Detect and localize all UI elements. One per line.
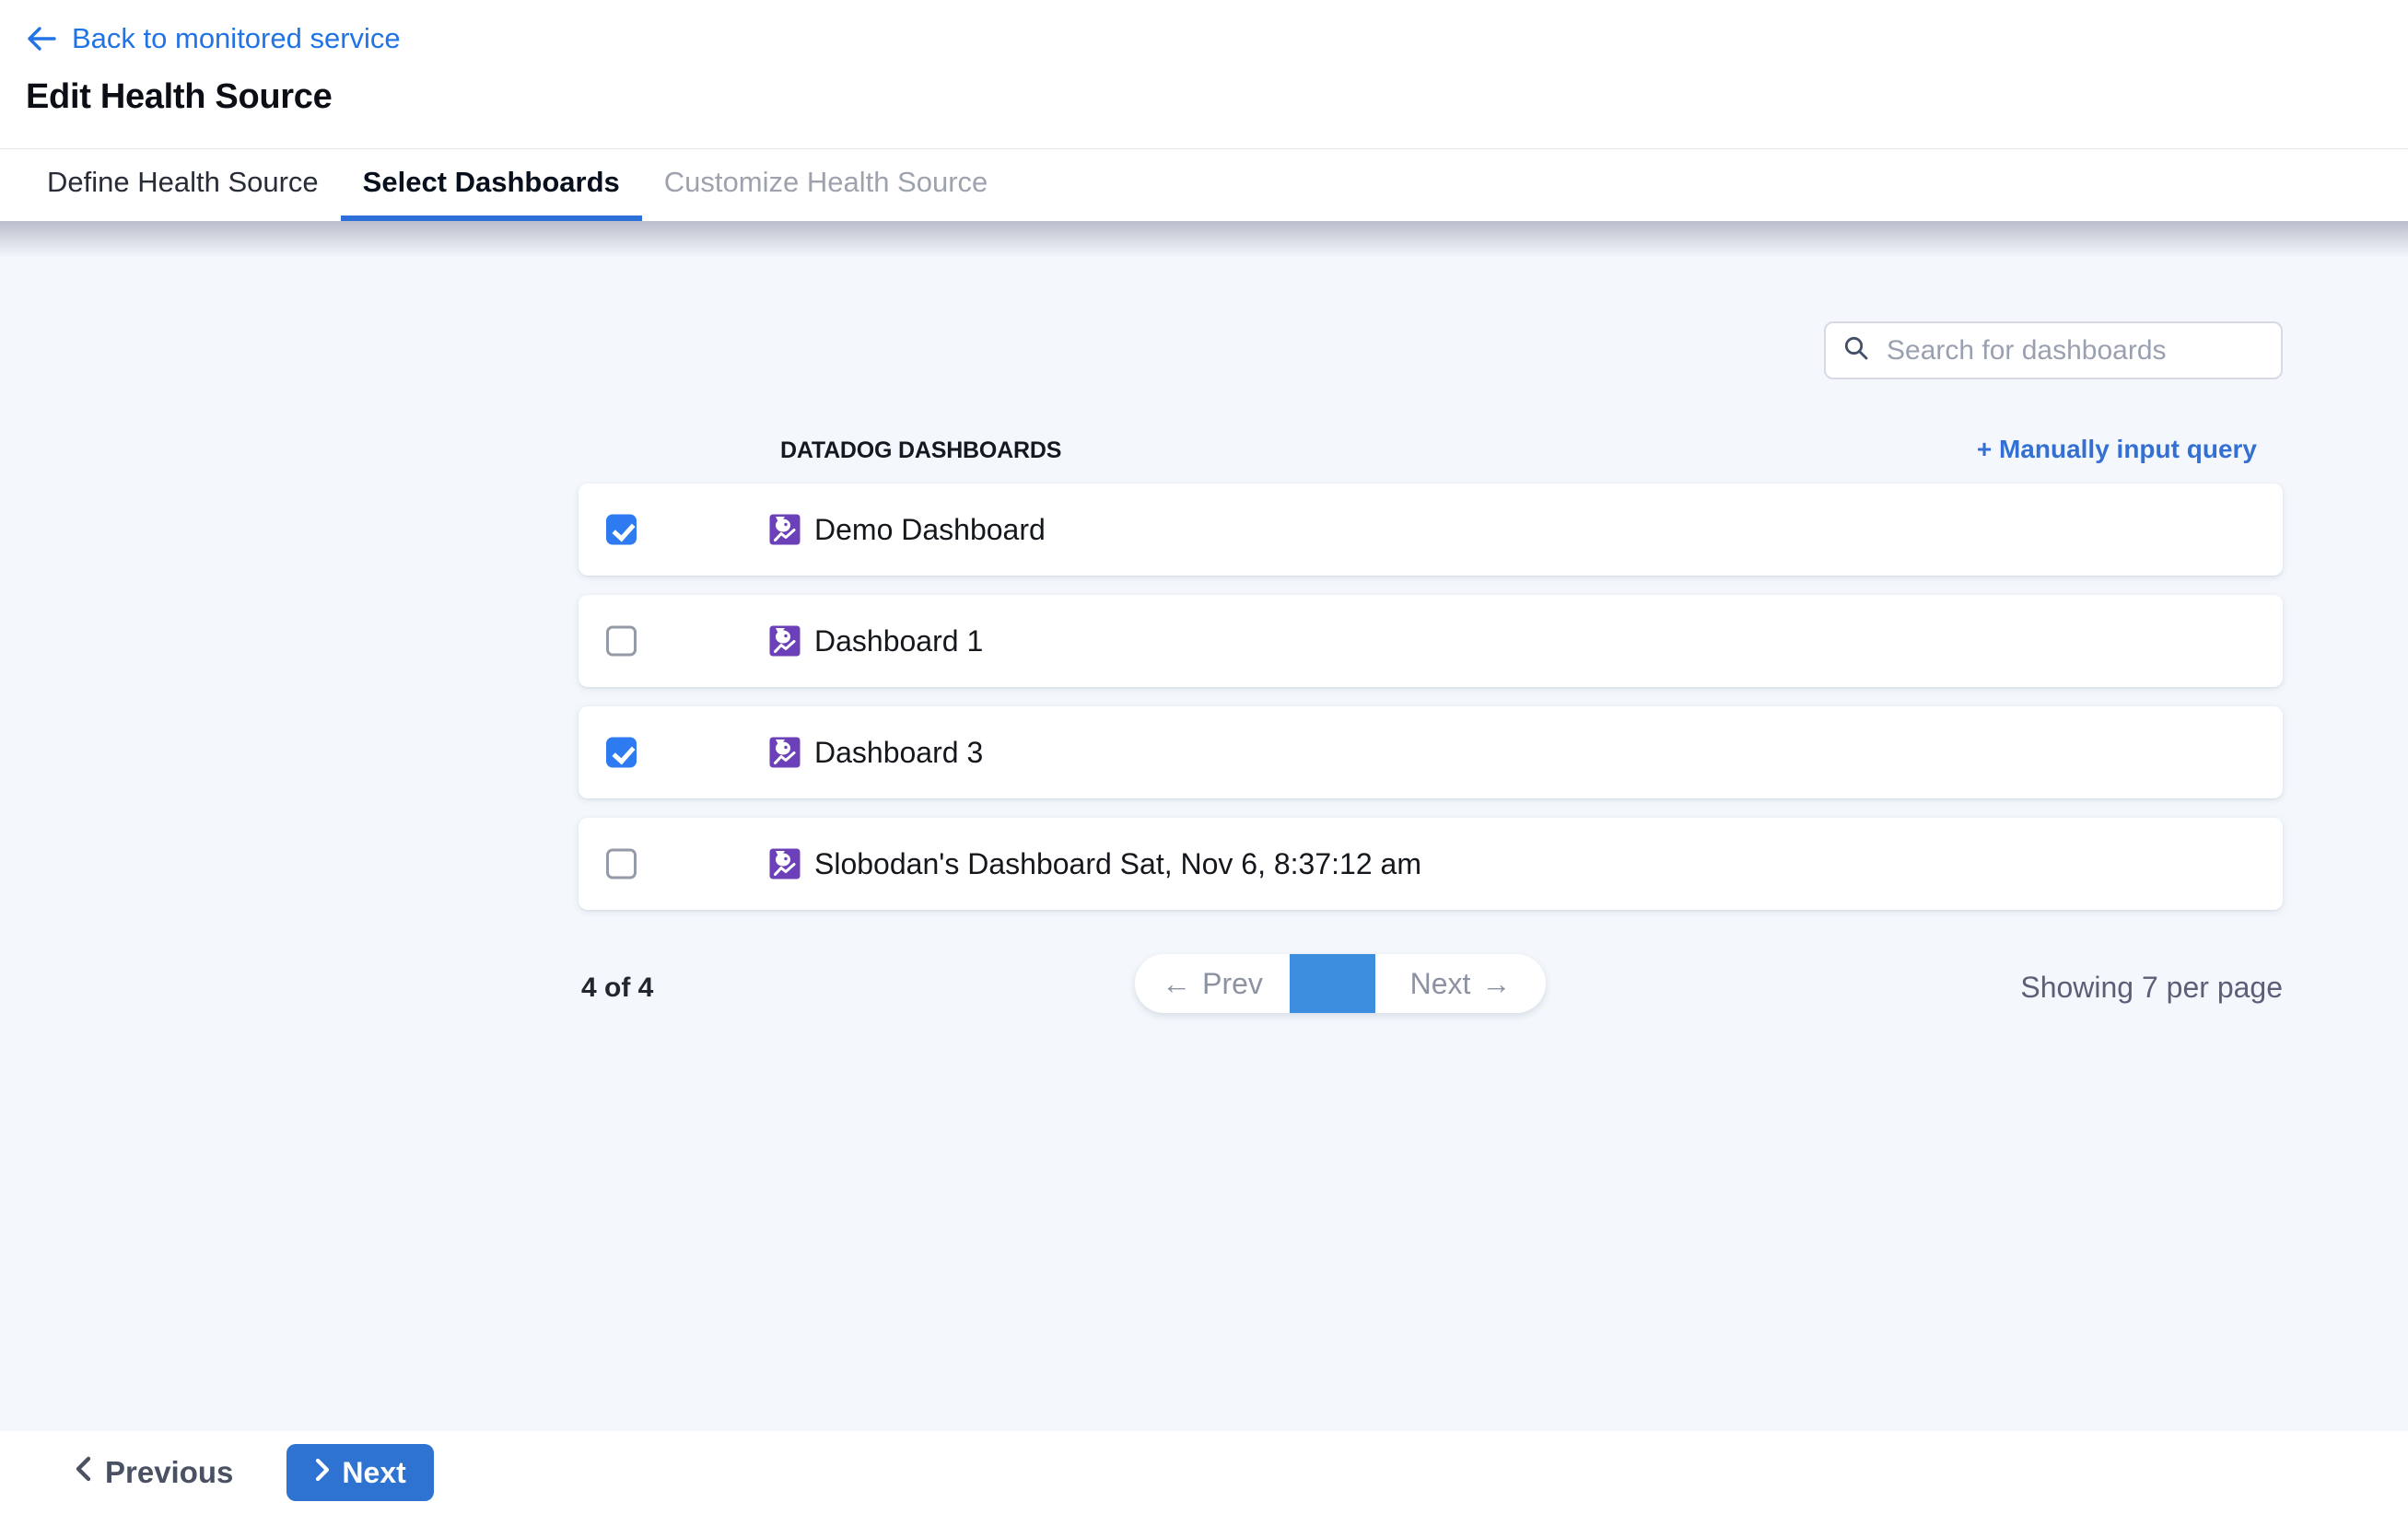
left-arrow-icon: ←	[1162, 967, 1191, 1001]
dashboard-name: Dashboard 1	[814, 624, 983, 658]
dashboard-checkbox[interactable]	[606, 849, 637, 879]
content-area: DATADOG DASHBOARDS + Manually input quer…	[0, 221, 2408, 1431]
search-box[interactable]	[1824, 321, 2283, 379]
dashboard-name: Dashboard 3	[814, 736, 983, 770]
datadog-icon	[768, 847, 801, 880]
dashboard-checkbox[interactable]	[606, 515, 637, 545]
search-icon	[1842, 334, 1887, 367]
list-header-row: DATADOG DASHBOARDS + Manually input quer…	[579, 435, 2283, 464]
dashboard-checkbox[interactable]	[606, 626, 637, 657]
datadog-icon	[768, 736, 801, 769]
edit-health-source-page: Back to monitored service Edit Health So…	[0, 0, 2408, 1514]
chevron-left-icon	[74, 1455, 92, 1490]
page-header: Back to monitored service Edit Health So…	[0, 0, 2408, 221]
manually-input-query-link[interactable]: + Manually input query	[1977, 435, 2257, 464]
pagination-page-1[interactable]: 1	[1290, 954, 1375, 1013]
tab-bar: Define Health Source Select Dashboards C…	[0, 148, 2408, 221]
right-arrow-icon: →	[1481, 967, 1511, 1001]
search-input[interactable]	[1887, 335, 2264, 367]
tab-select-dashboards[interactable]: Select Dashboards	[341, 149, 642, 221]
dashboard-name: Demo Dashboard	[814, 513, 1046, 547]
previous-button-label: Previous	[105, 1455, 233, 1490]
tab-define-health-source[interactable]: Define Health Source	[25, 149, 341, 221]
datadog-icon	[768, 513, 801, 546]
dashboard-list: Demo Dashboard Dashboard 1	[579, 483, 2283, 929]
page-title: Edit Health Source	[26, 77, 2408, 117]
back-link[interactable]: Back to monitored service	[26, 22, 401, 55]
chevron-right-icon	[314, 1456, 331, 1490]
dashboard-row-1[interactable]: Dashboard 1	[579, 595, 2283, 687]
datadog-icon	[768, 624, 801, 658]
footer-bar: Previous Next	[0, 1431, 2408, 1514]
pagination-next-label: Next	[1410, 967, 1471, 1001]
result-count: 4 of 4	[581, 972, 653, 1004]
dashboard-row-2[interactable]: Dashboard 3	[579, 706, 2283, 798]
dashboard-checkbox[interactable]	[606, 738, 637, 768]
previous-button[interactable]: Previous	[74, 1455, 233, 1490]
back-arrow-icon	[26, 25, 57, 52]
tab-customize-health-source[interactable]: Customize Health Source	[642, 149, 1011, 221]
pagination-prev-button[interactable]: ← Prev	[1135, 954, 1290, 1013]
dashboard-row-0[interactable]: Demo Dashboard	[579, 483, 2283, 576]
back-link-label: Back to monitored service	[72, 22, 401, 55]
per-page-label: Showing 7 per page	[2020, 971, 2283, 1005]
next-button-label: Next	[342, 1456, 405, 1490]
list-header: DATADOG DASHBOARDS	[780, 437, 1061, 464]
pagination-next-button[interactable]: Next →	[1375, 954, 1546, 1013]
dashboard-name: Slobodan's Dashboard Sat, Nov 6, 8:37:12…	[814, 847, 1421, 881]
next-button[interactable]: Next	[286, 1444, 433, 1501]
pagination: ← Prev 1 Next →	[1135, 954, 1546, 1013]
dashboard-row-3[interactable]: Slobodan's Dashboard Sat, Nov 6, 8:37:12…	[579, 818, 2283, 910]
pagination-prev-label: Prev	[1202, 967, 1263, 1001]
